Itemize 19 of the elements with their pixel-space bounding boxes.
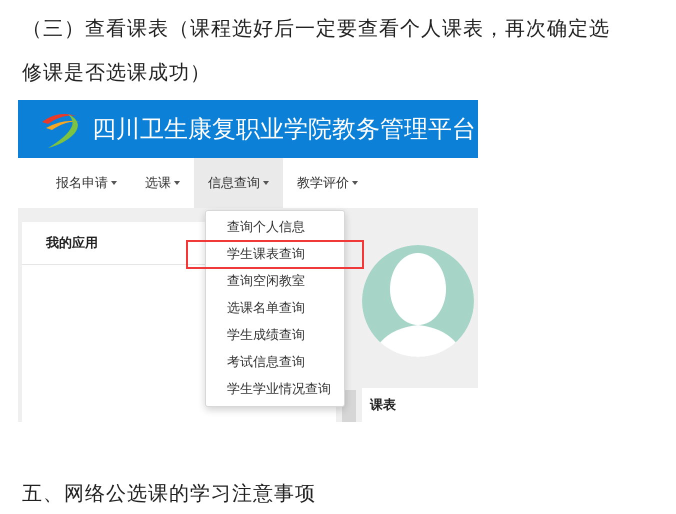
nav-tab[interactable]: 信息查询	[194, 158, 283, 208]
menu-item[interactable]: 查询空闲教室	[206, 267, 344, 296]
caret-icon	[174, 181, 180, 185]
nav-tab[interactable]: 选课	[131, 158, 194, 208]
nav-tab[interactable]: 教学评价	[283, 158, 372, 208]
caret-icon	[352, 181, 358, 185]
schedule-title: 课表	[362, 388, 478, 422]
menu-item[interactable]: 考试信息查询	[206, 348, 344, 377]
section-heading: 五、网络公选课的学习注意事项	[22, 480, 316, 507]
caret-icon	[263, 181, 269, 185]
menu-item[interactable]: 学生成绩查询	[206, 321, 344, 350]
menu-item[interactable]: 学生学业情况查询	[206, 375, 344, 404]
menu-item[interactable]: 学生课表查询	[186, 240, 364, 269]
caret-icon	[111, 181, 117, 185]
nav-tab[interactable]: 报名申请	[42, 158, 131, 208]
avatar-icon	[362, 245, 474, 357]
instruction-text: （三）查看课表（课程选好后一定要查看个人课表，再次确定选修课是否选课成功）	[22, 15, 611, 86]
platform-title: 四川卫生康复职业学院教务管理平台	[92, 114, 476, 145]
menu-item[interactable]: 选课名单查询	[206, 294, 344, 323]
